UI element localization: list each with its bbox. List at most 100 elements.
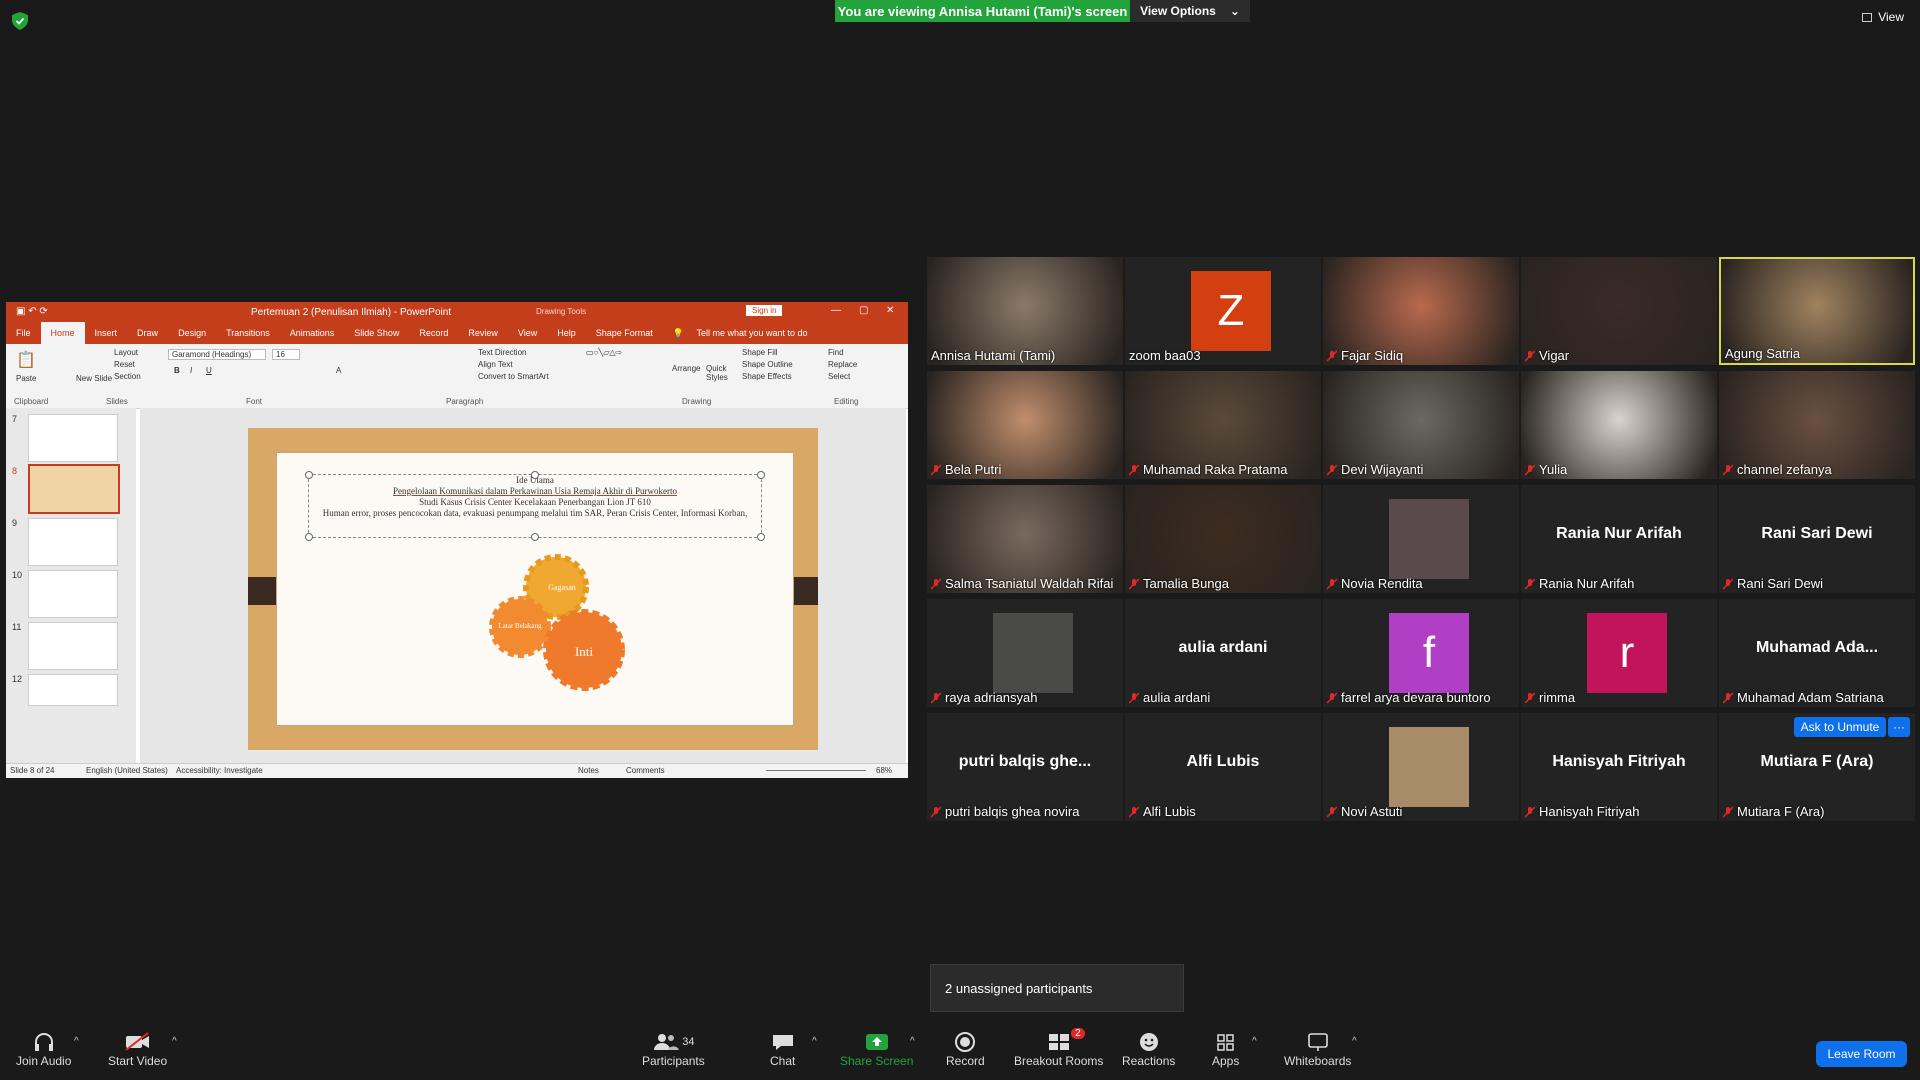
layout-button[interactable]: Layout [114, 348, 138, 357]
participant-tile-annisa-hutami-tami[interactable]: Annisa Hutami (Tami) [927, 257, 1123, 365]
slide-textbox[interactable]: Ide Utama Pengelolaan Komunikasi dalam P… [305, 471, 765, 541]
slide-thumbnails-pane[interactable]: 7 8 9 10 11 12 [6, 408, 136, 763]
new-slide-label[interactable]: New Slide [76, 374, 112, 383]
save-icon[interactable]: ▣ ↶ ⟳ [16, 306, 48, 317]
participant-tile-devi-wijayanti[interactable]: Devi Wijayanti [1323, 371, 1519, 479]
shape-fill-button[interactable]: Shape Fill [742, 348, 778, 357]
paste-icon[interactable]: 📋 [16, 350, 36, 370]
participant-tile-channel-zefanya[interactable]: channel zefanya [1719, 371, 1915, 479]
tab-review[interactable]: Review [458, 328, 508, 338]
tab-file[interactable]: File [6, 328, 41, 338]
tab-insert[interactable]: Insert [85, 328, 128, 338]
participant-tile-muhamad-adam-satriana[interactable]: Muhamad Ada... Muhamad Adam Satriana [1719, 599, 1915, 707]
shapes-gallery-icon[interactable]: ▭○╲▱△⇨ [586, 348, 622, 357]
font-name-select[interactable]: Garamond (Headings) [168, 349, 266, 360]
zoom-level[interactable]: 68% [876, 766, 892, 775]
participant-tile-raya-adriansyah[interactable]: raya adriansyah [927, 599, 1123, 707]
share-screen-button[interactable]: Share Screen [840, 1030, 913, 1068]
tab-slide-show[interactable]: Slide Show [344, 328, 409, 338]
tab-view[interactable]: View [508, 328, 547, 338]
resize-handle[interactable] [757, 533, 765, 541]
breakout-rooms-button[interactable]: 2 Breakout Rooms [1014, 1028, 1103, 1068]
resize-handle[interactable] [305, 533, 313, 541]
slide-thumbnail[interactable] [28, 622, 118, 670]
minimize-icon[interactable]: — [831, 305, 841, 316]
gears-diagram[interactable]: Gagasan Latar Belakang Inti [476, 552, 646, 692]
participant-tile-yulia[interactable]: Yulia [1521, 371, 1717, 479]
audio-options-caret-icon[interactable]: ^ [74, 1036, 79, 1047]
participant-tile-novi-astuti[interactable]: Novi Astuti [1323, 713, 1519, 821]
apps-button[interactable]: Apps [1212, 1030, 1239, 1068]
tab-design[interactable]: Design [168, 328, 216, 338]
security-shield-icon[interactable] [12, 12, 28, 30]
apps-options-caret-icon[interactable]: ^ [1252, 1036, 1257, 1047]
shared-screen[interactable]: ▣ ↶ ⟳ Pertemuan 2 (Penulisan Ilmiah) - P… [6, 302, 908, 778]
font-size-select[interactable]: 16 [272, 349, 300, 360]
accessibility-status[interactable]: Accessibility: Investigate [176, 766, 263, 775]
slide-thumbnail[interactable] [28, 570, 118, 618]
resize-handle[interactable] [305, 471, 313, 479]
participants-button[interactable]: 34 Participants [642, 1030, 705, 1068]
ask-to-unmute-button[interactable]: Ask to Unmute [1794, 717, 1886, 737]
close-icon[interactable]: ✕ [886, 305, 894, 316]
notes-button[interactable]: Notes [578, 766, 599, 775]
maximize-icon[interactable]: ▢ [859, 305, 868, 316]
participant-tile-alfi-lubis[interactable]: Alfi Lubis Alfi Lubis [1125, 713, 1321, 821]
paste-label[interactable]: Paste [16, 374, 36, 383]
convert-smartart-button[interactable]: Convert to SmartArt [478, 372, 549, 381]
leave-room-button[interactable]: Leave Room [1816, 1041, 1907, 1067]
tab-home[interactable]: Home [40, 322, 85, 344]
reset-button[interactable]: Reset [114, 360, 135, 369]
comments-button[interactable]: Comments [626, 766, 665, 775]
participant-tile-tamalia-bunga[interactable]: Tamalia Bunga [1125, 485, 1321, 593]
participant-tile-novia-rendita[interactable]: Novia Rendita [1323, 485, 1519, 593]
more-options-button[interactable]: ··· [1888, 717, 1910, 737]
participant-tile-farrel-arya-devara-buntoro[interactable]: f farrel arya devara buntoro [1323, 599, 1519, 707]
start-video-button[interactable]: Start Video [108, 1030, 167, 1068]
shape-effects-button[interactable]: Shape Effects [742, 372, 792, 381]
whiteboards-options-caret-icon[interactable]: ^ [1352, 1036, 1357, 1047]
tab-animations[interactable]: Animations [280, 328, 345, 338]
slide-thumbnail-selected[interactable] [28, 464, 120, 514]
unassigned-participants-tooltip[interactable]: 2 unassigned participants [930, 964, 1184, 1012]
participant-tile-rimma[interactable]: r rimma [1521, 599, 1717, 707]
section-button[interactable]: Section [114, 372, 141, 381]
participant-tile-aulia-ardani[interactable]: aulia ardani aulia ardani [1125, 599, 1321, 707]
tab-shape-format[interactable]: Shape Format [586, 328, 663, 338]
language-status[interactable]: English (United States) [86, 766, 168, 775]
view-options-button[interactable]: View Options ⌄ [1130, 0, 1250, 22]
select-button[interactable]: Select [828, 372, 850, 381]
font-color-icon[interactable]: A [336, 366, 341, 375]
view-button[interactable]: View [1862, 10, 1904, 24]
replace-button[interactable]: Replace [828, 360, 857, 369]
chat-options-caret-icon[interactable]: ^ [812, 1036, 817, 1047]
participant-tile-fajar-sidiq[interactable]: Fajar Sidiq [1323, 257, 1519, 365]
reactions-button[interactable]: Reactions [1122, 1030, 1175, 1068]
slide-thumbnail[interactable] [28, 674, 118, 706]
participant-tile-zoom-baa03[interactable]: Zzoom baa03 [1125, 257, 1321, 365]
underline-button[interactable]: U [206, 366, 212, 375]
join-audio-button[interactable]: Join Audio [16, 1030, 71, 1068]
tab-record[interactable]: Record [409, 328, 458, 338]
participant-tile-bela-putri[interactable]: Bela Putri [927, 371, 1123, 479]
tell-me-search[interactable]: 💡 Tell me what you want to do [663, 328, 828, 339]
resize-handle[interactable] [757, 471, 765, 479]
participant-tile-salma-tsaniatul-waldah-rifai[interactable]: Salma Tsaniatul Waldah Rifai [927, 485, 1123, 593]
participant-tile-hanisyah-fitriyah[interactable]: Hanisyah Fitriyah Hanisyah Fitriyah [1521, 713, 1717, 821]
text-direction-button[interactable]: Text Direction [478, 348, 526, 357]
resize-handle[interactable] [531, 471, 539, 479]
align-text-button[interactable]: Align Text [478, 360, 513, 369]
share-options-caret-icon[interactable]: ^ [910, 1036, 915, 1047]
quick-styles-button[interactable]: Quick Styles [706, 364, 734, 382]
arrange-button[interactable]: Arrange [672, 364, 700, 373]
tab-draw[interactable]: Draw [127, 328, 168, 338]
italic-button[interactable]: I [190, 366, 192, 375]
sign-in-button[interactable]: Sign in [746, 305, 783, 316]
slide-thumbnail[interactable] [28, 518, 118, 566]
chat-button[interactable]: Chat [770, 1030, 795, 1068]
whiteboards-button[interactable]: Whiteboards [1284, 1030, 1351, 1068]
participant-tile-putri-balqis-ghea-novira[interactable]: putri balqis ghe... putri balqis ghea nov… [927, 713, 1123, 821]
participant-tile-muhamad-raka-pratama[interactable]: Muhamad Raka Pratama [1125, 371, 1321, 479]
zoom-slider[interactable] [766, 770, 866, 771]
video-options-caret-icon[interactable]: ^ [172, 1036, 177, 1047]
